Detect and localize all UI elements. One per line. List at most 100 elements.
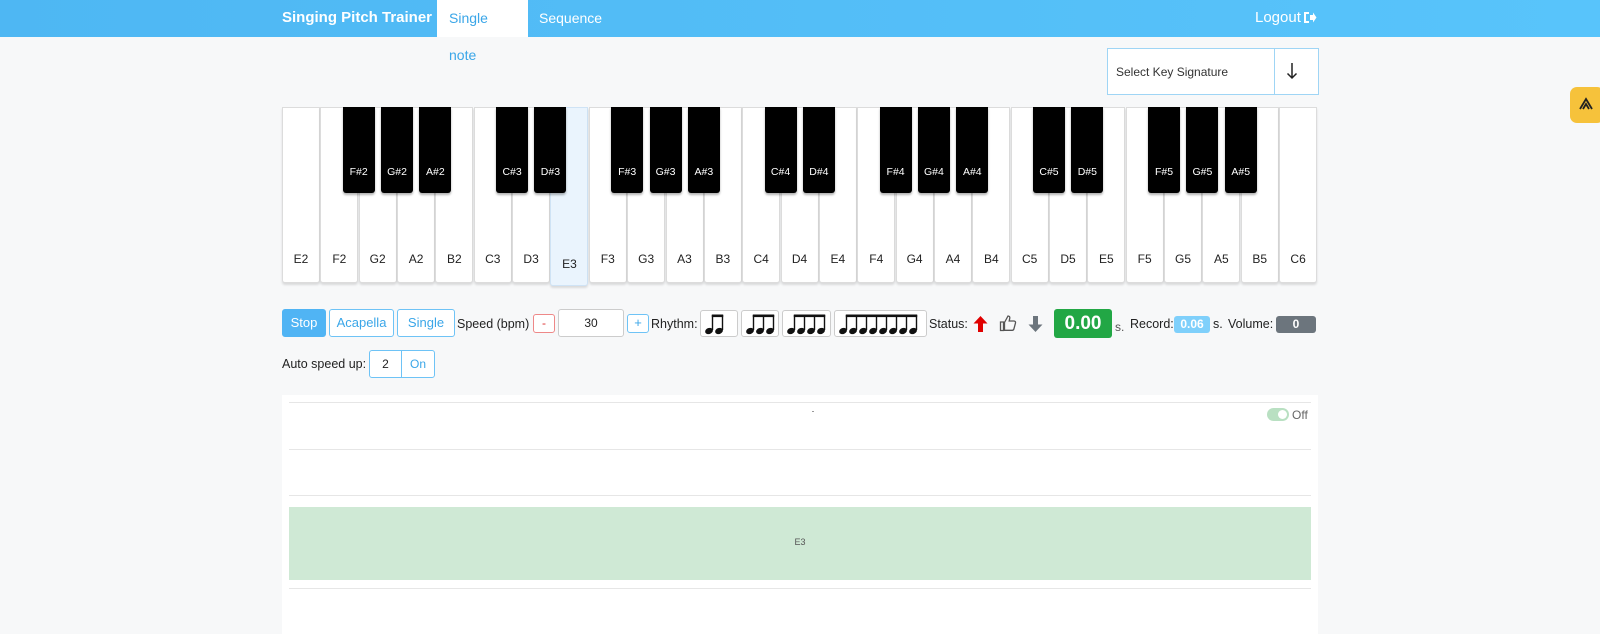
piano-key-label: C5: [1021, 252, 1038, 266]
status-label: Status:: [929, 317, 968, 331]
key-signature-select[interactable]: Select Key Signature: [1107, 48, 1319, 95]
volume-label: Volume:: [1228, 317, 1274, 331]
logout-label: Logout: [1255, 9, 1301, 26]
piano-key-asharp4[interactable]: A#4: [956, 107, 989, 193]
piano-key-label: F5: [1137, 252, 1152, 266]
piano-key-label: G2: [369, 252, 386, 266]
piano-key-fsharp3[interactable]: F#3: [611, 107, 644, 193]
speed-increase-button[interactable]: +: [627, 314, 649, 333]
piano-key-gsharp5[interactable]: G#5: [1186, 107, 1219, 193]
graph-toggle-switch[interactable]: [1267, 408, 1289, 421]
auto-speed-input[interactable]: 2: [369, 350, 402, 378]
piano-key-label: F4: [869, 252, 884, 266]
piano-key-dsharp5[interactable]: D#5: [1071, 107, 1104, 193]
piano-key-label: B3: [715, 252, 731, 266]
graph-toggle-label: Off: [1292, 408, 1308, 422]
piano-key-label: D3: [523, 252, 539, 266]
rhythm-option-4[interactable]: [782, 310, 831, 337]
record-unit: s.: [1213, 317, 1223, 331]
two-eighth-notes-icon: [705, 314, 724, 335]
piano-key-label: C6: [1290, 252, 1306, 266]
rhythm-option-8[interactable]: [834, 310, 927, 337]
piano-key-label: C#3: [502, 166, 522, 178]
speed-input[interactable]: 30: [558, 309, 624, 337]
four-eighth-notes-icon: [787, 314, 826, 335]
piano-key-e2[interactable]: E2: [282, 107, 320, 283]
piano-key-gsharp2[interactable]: G#2: [381, 107, 414, 193]
logout-link[interactable]: Logout: [1255, 9, 1317, 26]
piano-key-label: G#4: [924, 166, 944, 178]
side-widget-tab[interactable]: [1570, 87, 1600, 123]
piano-key-asharp2[interactable]: A#2: [419, 107, 452, 193]
piano-key-csharp5[interactable]: C#5: [1033, 107, 1065, 193]
piano-key-label: D5: [1060, 252, 1076, 266]
rhythm-option-2[interactable]: [700, 310, 738, 337]
piano-key-label: A#3: [694, 166, 714, 178]
piano-key-label: A3: [677, 252, 692, 266]
piano-key-label: D#4: [809, 166, 829, 178]
pitch-point: [812, 411, 814, 412]
piano-key-csharp3[interactable]: C#3: [496, 107, 529, 193]
tab-sequence[interactable]: Sequence: [527, 0, 614, 37]
thumbs-up-icon: [999, 315, 1017, 332]
stop-button[interactable]: Stop: [282, 309, 326, 337]
piano-key-label: A5: [1214, 252, 1229, 266]
acapella-button[interactable]: Acapella: [329, 309, 394, 337]
target-note-label: E3: [794, 537, 806, 547]
piano-key-csharp4[interactable]: C#4: [764, 107, 797, 193]
piano-key-label: E5: [1099, 252, 1114, 266]
single-button[interactable]: Single: [397, 309, 455, 337]
speed-decrease-button[interactable]: -: [533, 314, 555, 333]
piano-key-label: A#5: [1231, 166, 1251, 178]
piano-key-label: B2: [447, 252, 462, 266]
brand-title[interactable]: Singing Pitch Trainer: [282, 9, 432, 26]
piano-keyboard: E2 F2 G2 A2 B2 C3 D3 E3 F3 G3 A3 B3 C4 D4 E4 F4 G4 A4 B4 C5…: [282, 107, 1318, 286]
piano-key-label: G#3: [655, 166, 676, 178]
piano-key-label: C#4: [770, 166, 791, 178]
graph-gridline: [289, 495, 1311, 496]
arrow-up-icon: [973, 316, 988, 332]
timer-unit: s.: [1115, 320, 1125, 334]
logo-icon: [1579, 97, 1593, 110]
piano-key-label: A4: [945, 252, 961, 266]
piano-key-label: F#2: [349, 166, 368, 178]
piano-key-label: C4: [753, 252, 769, 266]
piano-key-label: D4: [791, 252, 808, 266]
arrow-down-icon: [1028, 316, 1043, 332]
piano-key-c6[interactable]: C6: [1279, 107, 1318, 283]
piano-key-gsharp3[interactable]: G#3: [649, 107, 682, 193]
piano-key-label: F#4: [886, 166, 905, 178]
sign-out-icon: [1303, 12, 1317, 23]
piano-key-label: F#3: [618, 166, 637, 178]
piano-key-label: B4: [983, 252, 999, 266]
piano-key-label: D#3: [540, 166, 561, 178]
auto-speed-toggle-button[interactable]: On: [401, 350, 435, 378]
piano-key-asharp3[interactable]: A#3: [687, 107, 720, 193]
piano-key-dsharp3[interactable]: D#3: [534, 107, 567, 193]
piano-key-label: G#5: [1192, 166, 1213, 178]
piano-key-label: F#5: [1155, 166, 1174, 178]
piano-key-label: C3: [485, 252, 501, 266]
piano-key-gsharp4[interactable]: G#4: [917, 107, 950, 193]
key-signature-placeholder: Select Key Signature: [1116, 65, 1229, 79]
piano-key-asharp5[interactable]: A#5: [1224, 107, 1257, 193]
tab-single-note[interactable]: Single note: [437, 0, 528, 63]
piano-key-dsharp4[interactable]: D#4: [802, 107, 835, 193]
record-label: Record:: [1130, 317, 1174, 331]
piano-key-label: F2: [332, 252, 347, 266]
piano-key-fsharp2[interactable]: F#2: [342, 107, 375, 193]
piano-key-label: G4: [906, 252, 923, 266]
graph-gridline: [289, 588, 1311, 589]
rhythm-option-3[interactable]: [741, 310, 779, 337]
piano-key-label: B5: [1252, 252, 1268, 266]
auto-speed-label: Auto speed up:: [282, 357, 367, 371]
pitch-graph: E3 Off: [282, 395, 1318, 634]
eight-eighth-notes-icon: [839, 314, 918, 335]
graph-gridline: [289, 449, 1311, 450]
target-note-band: E3: [289, 507, 1311, 580]
piano-key-label: G3: [638, 252, 655, 266]
record-value-badge: 0.06: [1174, 316, 1210, 333]
piano-key-fsharp4[interactable]: F#4: [879, 107, 912, 193]
rhythm-label: Rhythm:: [651, 317, 698, 331]
piano-key-fsharp5[interactable]: F#5: [1148, 107, 1181, 193]
